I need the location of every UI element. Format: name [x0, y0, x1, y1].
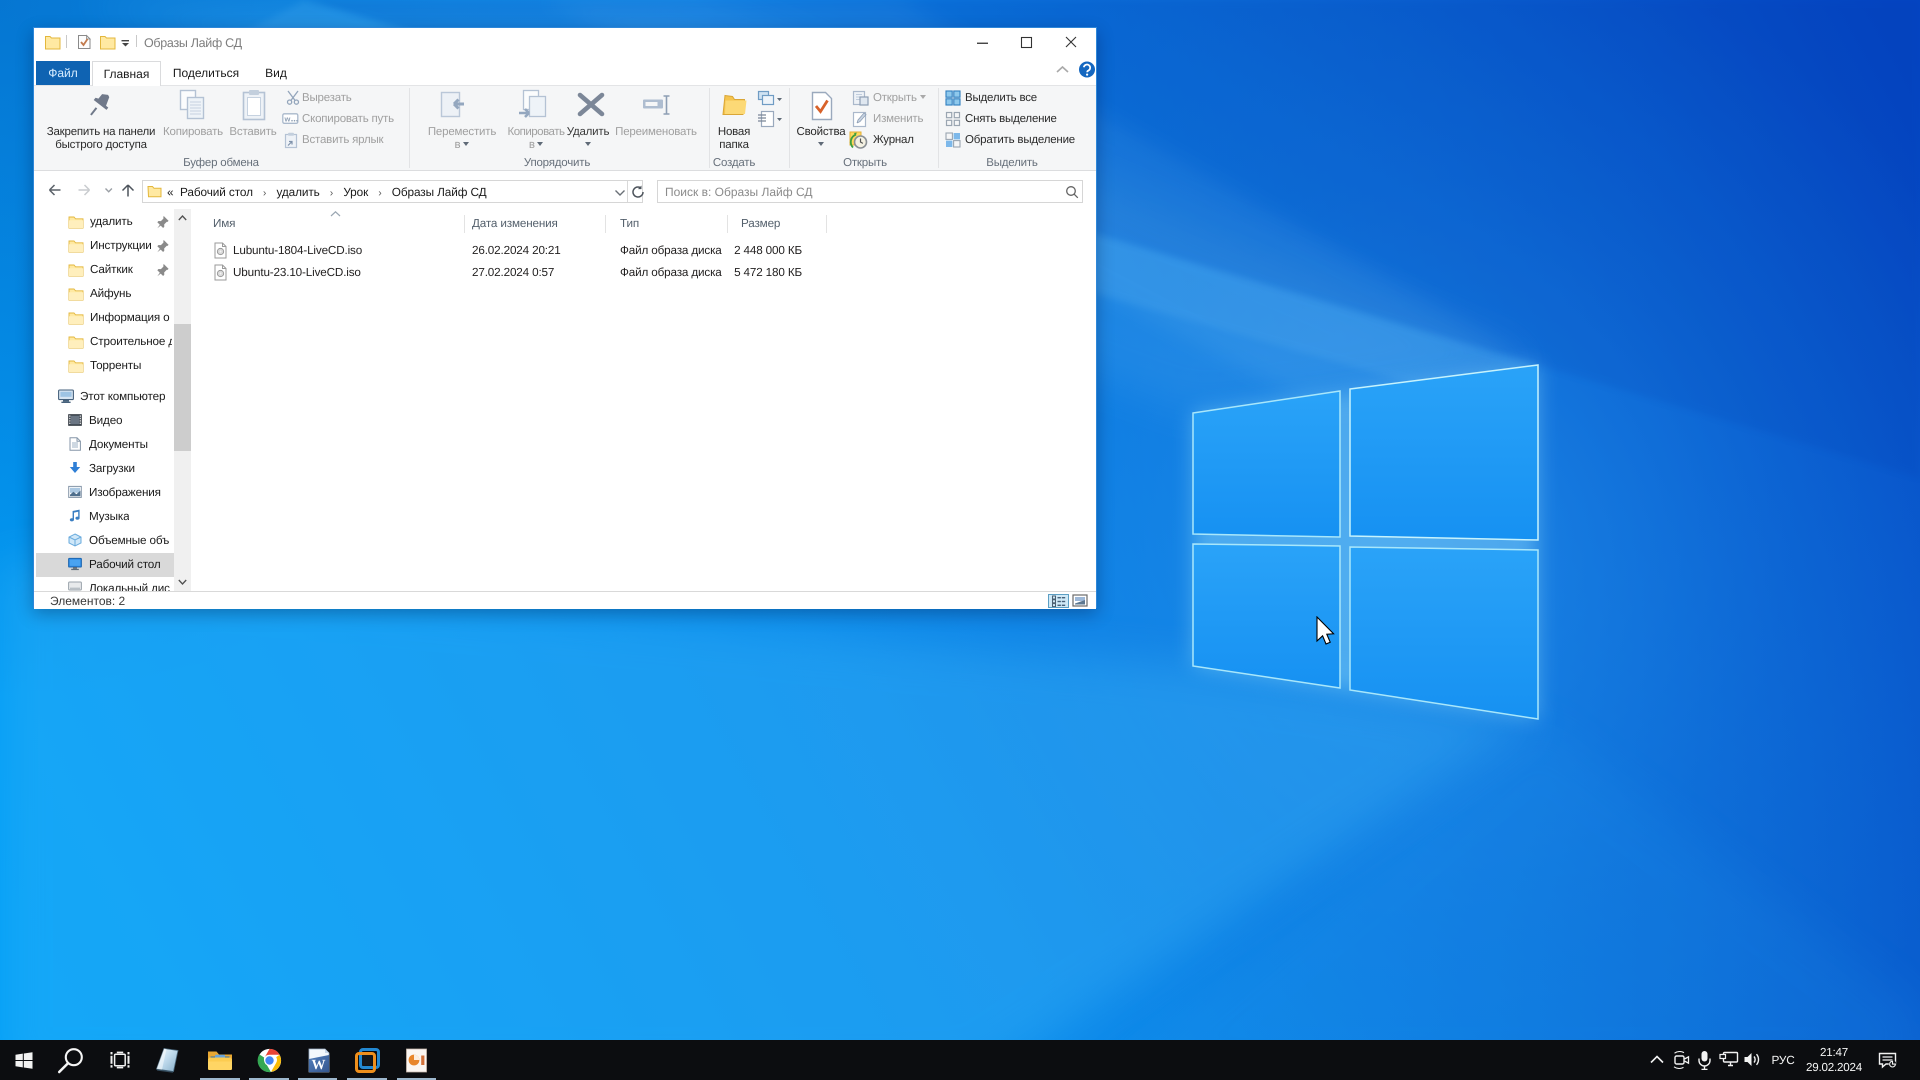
svg-text:W: W	[312, 1058, 326, 1073]
svg-text:w: w	[284, 115, 291, 124]
